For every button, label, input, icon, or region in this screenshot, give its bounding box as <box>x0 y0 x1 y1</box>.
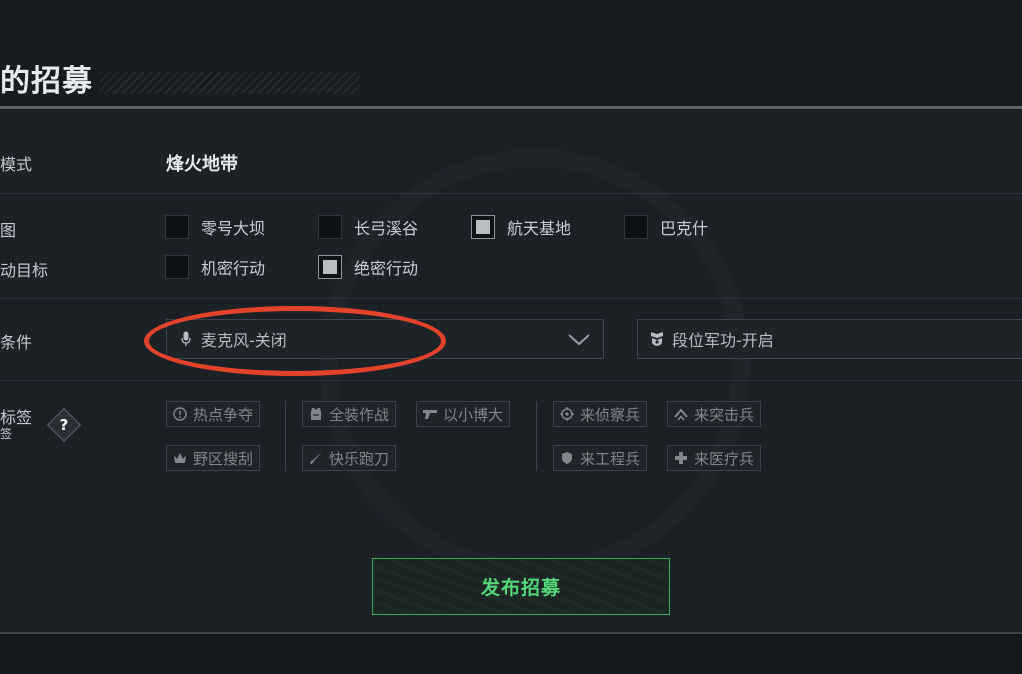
microphone-select-value: 麦克风-关闭 <box>201 331 287 350</box>
mode-label: 模式 <box>0 155 33 174</box>
map-option-zero-dam[interactable]: 零号大坝 <box>165 214 265 240</box>
divider <box>0 380 1022 381</box>
tag-label: 全装作战 <box>329 405 390 424</box>
tag-wild-looting[interactable]: 野区搜刮 <box>166 445 261 471</box>
chevron-down-icon[interactable] <box>567 329 591 353</box>
checkbox-checked[interactable] <box>471 215 495 239</box>
tag-small-for-big[interactable]: 以小博大 <box>416 401 511 427</box>
tag-group-separator <box>536 401 537 471</box>
page-title: 的招募 <box>0 64 93 99</box>
alert-circle-icon <box>172 406 188 422</box>
pistol-icon <box>422 406 438 422</box>
map-option-label: 长弓溪谷 <box>354 219 419 238</box>
mode-value: 烽火地带 <box>166 154 238 175</box>
tag-need-medic[interactable]: 来医疗兵 <box>667 445 762 471</box>
checkbox[interactable] <box>624 215 648 239</box>
tag-label: 热点争夺 <box>193 405 254 424</box>
checkbox[interactable] <box>165 215 189 239</box>
map-label: 图 <box>0 221 17 240</box>
chevron-rank-icon <box>673 406 689 422</box>
map-option-label: 零号大坝 <box>201 219 266 238</box>
target-option-confidential[interactable]: 机密行动 <box>165 254 265 280</box>
target-option-top-secret[interactable]: 绝密行动 <box>318 254 418 280</box>
map-option-space-base[interactable]: 航天基地 <box>471 214 571 240</box>
medical-cross-icon <box>673 450 689 466</box>
rank-select[interactable]: 段位军功-开启 <box>637 319 1022 359</box>
map-option-brakkesh[interactable]: 巴克什 <box>624 214 708 240</box>
recruitment-screen: 的招募 模式 烽火地带 图 动目标 零号大坝 长弓溪谷 航天基地 巴克什 机密行… <box>0 0 1022 674</box>
checkbox[interactable] <box>318 215 342 239</box>
target-option-label: 绝密行动 <box>354 259 419 278</box>
publish-recruitment-button[interactable]: 发布招募 <box>372 558 670 615</box>
tags-label-line2: 签 <box>0 427 13 441</box>
tag-need-engineer[interactable]: 来工程兵 <box>553 445 648 471</box>
target-label: 动目标 <box>0 261 49 280</box>
crosshair-icon <box>559 406 575 422</box>
recruitment-form-panel: 模式 烽火地带 图 动目标 零号大坝 长弓溪谷 航天基地 巴克什 机密行动 绝密… <box>0 106 1022 634</box>
crown-icon <box>172 450 188 466</box>
tag-label: 来工程兵 <box>580 449 641 468</box>
rank-select-value: 段位军功-开启 <box>672 331 774 350</box>
rank-badge-icon <box>650 331 664 347</box>
map-option-longbow-valley[interactable]: 长弓溪谷 <box>318 214 418 240</box>
tag-need-recon[interactable]: 来侦察兵 <box>553 401 648 427</box>
target-option-label: 机密行动 <box>201 259 266 278</box>
map-option-label: 巴克什 <box>660 219 709 238</box>
microphone-icon <box>179 331 193 347</box>
tag-label: 来突击兵 <box>694 405 755 424</box>
checkbox-checked[interactable] <box>318 255 342 279</box>
tag-label: 快乐跑刀 <box>329 449 390 468</box>
tag-need-assault[interactable]: 来突击兵 <box>667 401 762 427</box>
knife-icon <box>308 450 324 466</box>
microphone-select[interactable]: 麦克风-关闭 <box>166 319 604 359</box>
bottom-bar <box>0 634 1022 674</box>
tag-label: 来医疗兵 <box>694 449 755 468</box>
tag-label: 以小博大 <box>443 405 504 424</box>
tag-hotspot-contest[interactable]: 热点争夺 <box>166 401 261 427</box>
title-decoration <box>100 72 360 94</box>
divider <box>0 193 1022 194</box>
condition-label: 条件 <box>0 333 33 352</box>
tag-label: 野区搜刮 <box>193 449 254 468</box>
shield-icon <box>559 450 575 466</box>
tag-group-separator <box>285 401 286 471</box>
help-icon[interactable]: ? <box>52 413 76 437</box>
tag-happy-knife-run[interactable]: 快乐跑刀 <box>302 445 397 471</box>
tag-full-gear[interactable]: 全装作战 <box>302 401 397 427</box>
tag-label: 来侦察兵 <box>580 405 641 424</box>
divider <box>0 298 1022 299</box>
armor-icon <box>308 406 324 422</box>
map-option-label: 航天基地 <box>507 219 572 238</box>
checkbox[interactable] <box>165 255 189 279</box>
